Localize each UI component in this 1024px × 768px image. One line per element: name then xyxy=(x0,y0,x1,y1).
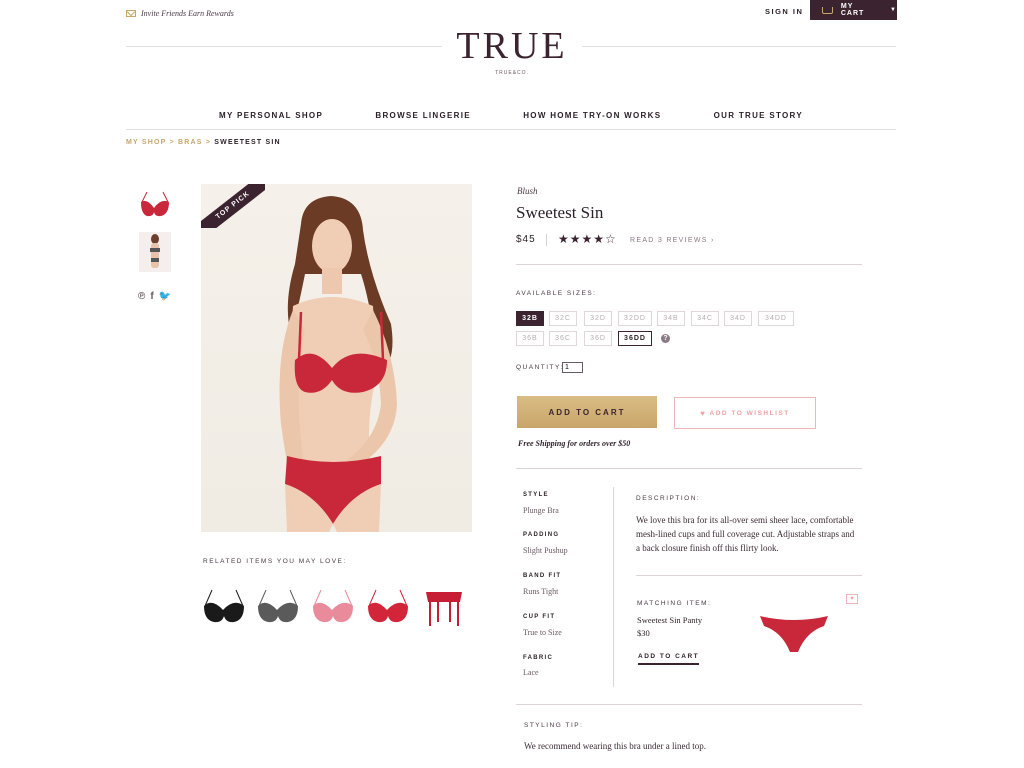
spec-fabric-value: Lace xyxy=(523,668,539,677)
product-brand[interactable]: Blush xyxy=(517,186,538,196)
heart-icon: ♥ xyxy=(700,408,707,418)
thumbnail-model[interactable] xyxy=(139,232,171,272)
size-34dd[interactable]: 34DD xyxy=(758,311,794,326)
facebook-icon[interactable]: f xyxy=(150,291,153,302)
logo-wordmark: TRUE xyxy=(456,25,568,67)
divider xyxy=(516,468,862,469)
top-pick-label: TOP PICK xyxy=(201,184,265,228)
divider xyxy=(516,704,862,705)
styling-tip-label: STYLING TIP: xyxy=(524,722,584,729)
nav-home-try-on[interactable]: HOW HOME TRY-ON WORKS xyxy=(523,111,661,120)
divider xyxy=(516,264,862,265)
read-reviews-link[interactable]: READ 3 REVIEWS › xyxy=(630,237,715,244)
nav-divider xyxy=(126,129,896,130)
related-item-red-bra[interactable] xyxy=(366,584,410,628)
related-item-garter-belt[interactable] xyxy=(422,584,466,628)
nav-our-true-story[interactable]: OUR TRUE STORY xyxy=(714,111,803,120)
spec-divider xyxy=(613,487,614,687)
related-items-title: RELATED ITEMS YOU MAY LOVE: xyxy=(203,558,347,565)
main-nav: MY PERSONAL SHOP BROWSE LINGERIE HOW HOM… xyxy=(126,111,896,120)
invite-friends-link[interactable]: Invite Friends Earn Rewards xyxy=(126,9,234,18)
breadcrumb-separator: > xyxy=(169,139,175,146)
related-item-pink-bra[interactable] xyxy=(311,584,355,628)
add-to-cart-button[interactable]: ADD TO CART xyxy=(517,396,657,428)
logo-subtitle: TRUE&CO. xyxy=(495,70,529,76)
nav-browse-lingerie[interactable]: BROWSE LINGERIE xyxy=(375,111,471,120)
size-36d[interactable]: 36D xyxy=(584,331,612,346)
spec-cup-fit-label: CUP FIT xyxy=(523,614,556,620)
breadcrumb-current: SWEETEST SIN xyxy=(214,139,281,146)
size-32dd[interactable]: 32DD xyxy=(618,311,652,326)
matching-wishlist-heart-icon[interactable]: ♥ xyxy=(846,594,858,604)
wishlist-label: ADD TO WISHLIST xyxy=(709,409,790,417)
size-32c[interactable]: 32C xyxy=(549,311,577,326)
matching-item-price: $30 xyxy=(637,628,650,638)
pinterest-icon[interactable]: ℗ xyxy=(138,291,145,302)
spec-cup-fit-value: True to Size xyxy=(523,628,562,637)
related-item-black-bra[interactable] xyxy=(202,584,246,628)
related-item-gray-bra[interactable] xyxy=(256,584,300,628)
spec-band-fit-label: BAND FIT xyxy=(523,573,562,579)
size-34c[interactable]: 34C xyxy=(691,311,719,326)
divider xyxy=(636,575,862,576)
chevron-down-icon: ▼ xyxy=(890,7,897,13)
description-label: DESCRIPTION: xyxy=(636,495,701,502)
spec-band-fit-value: Runs Tight xyxy=(523,587,559,596)
product-price: $45 xyxy=(516,234,536,245)
header-rule-right xyxy=(582,46,896,47)
size-36c[interactable]: 36C xyxy=(549,331,577,346)
invite-text: Invite Friends Earn Rewards xyxy=(141,9,234,18)
thumbnail-bra[interactable] xyxy=(139,188,171,228)
styling-tip-text: We recommend wearing this bra under a li… xyxy=(524,741,706,751)
spec-padding-label: PADDING xyxy=(523,532,560,538)
help-icon[interactable]: ? xyxy=(661,334,670,343)
size-34d[interactable]: 34D xyxy=(724,311,752,326)
breadcrumb-separator: > xyxy=(205,139,212,146)
matching-add-to-cart-link[interactable]: ADD TO CART xyxy=(638,653,700,665)
product-title: Sweetest Sin xyxy=(516,203,604,222)
free-shipping-note: Free Shipping for orders over $50 xyxy=(518,439,631,448)
cart-label: MY CART xyxy=(840,3,865,17)
size-36b[interactable]: 36B xyxy=(516,331,544,346)
envelope-icon xyxy=(126,10,136,17)
twitter-icon[interactable]: 🐦 xyxy=(159,291,171,302)
share-links: ℗ f 🐦 xyxy=(138,291,171,302)
matching-item-name[interactable]: Sweetest Sin Panty xyxy=(637,615,702,625)
sizes-label: AVAILABLE SIZES: xyxy=(516,290,597,297)
matching-item-label: MATCHING ITEM: xyxy=(637,600,712,607)
header-rule-left xyxy=(126,46,442,47)
breadcrumb-bras[interactable]: BRAS xyxy=(178,139,203,146)
cart-icon xyxy=(822,6,833,14)
breadcrumb-my-shop[interactable]: MY SHOP xyxy=(126,139,166,146)
size-32d[interactable]: 32D xyxy=(584,311,612,326)
rating-stars: ★★★★☆ xyxy=(558,232,617,246)
quantity-label: QUANTITY: xyxy=(516,364,564,371)
spec-style-label: STYLE xyxy=(523,492,549,498)
breadcrumb: MY SHOP > BRAS > SWEETEST SIN xyxy=(126,139,281,146)
size-34b[interactable]: 34B xyxy=(657,311,685,326)
spec-fabric-label: FABRIC xyxy=(523,655,554,661)
price-separator xyxy=(546,234,547,246)
nav-my-personal-shop[interactable]: MY PERSONAL SHOP xyxy=(219,111,323,120)
logo[interactable]: TRUE TRUE&CO. xyxy=(452,26,572,76)
product-main-image[interactable]: TOP PICK xyxy=(201,184,472,532)
top-pick-badge: TOP PICK xyxy=(201,184,265,228)
my-cart-button[interactable]: MY CART ▼ xyxy=(810,0,897,20)
quantity-input[interactable] xyxy=(562,362,583,373)
add-to-wishlist-button[interactable]: ♥ ADD TO WISHLIST xyxy=(674,397,816,429)
size-36dd[interactable]: 36DD xyxy=(618,331,652,346)
spec-padding-value: Slight Pushup xyxy=(523,546,568,555)
description-text: We love this bra for its all-over semi s… xyxy=(636,515,855,553)
matching-item-image[interactable] xyxy=(754,596,834,668)
spec-style-value: Plunge Bra xyxy=(523,506,559,515)
size-32b[interactable]: 32B xyxy=(516,311,544,326)
sign-in-link[interactable]: SIGN IN xyxy=(765,7,803,16)
